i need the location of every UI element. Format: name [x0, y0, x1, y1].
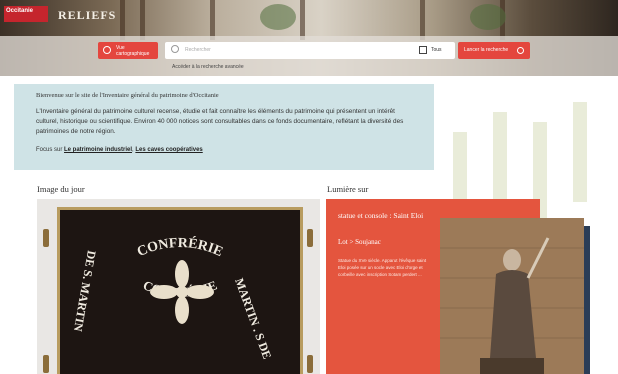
hero-decor [300, 0, 305, 40]
search-icon [517, 47, 524, 54]
focus-link-caves[interactable]: Les caves coopératives [135, 147, 202, 153]
hero-decor [260, 4, 296, 30]
decor-strip [584, 226, 590, 374]
statue-image [440, 218, 584, 374]
hero-decor [140, 0, 145, 40]
banner-inscription-right: MARTIN . S DE [232, 276, 274, 361]
search-icon [171, 45, 179, 53]
focus-link-industrial[interactable]: Le patrimoine industriel [64, 147, 132, 153]
lumiere-sur-title: Lumière sur [327, 184, 369, 194]
banner-inscription-top: CONFRÉRIE [135, 234, 225, 260]
welcome-text: L'Inventaire général du patrimoine cultu… [36, 108, 404, 135]
search-input[interactable]: Rechercher Tous [165, 42, 455, 59]
focus-separator: , [132, 147, 134, 153]
hero-decor [210, 0, 215, 40]
filter-icon[interactable] [419, 46, 427, 54]
banner-inscription-left: DE S. MARTIN [71, 249, 99, 332]
featured-title[interactable]: statue et console : Saint Eloi [338, 211, 434, 221]
focus-prefix: Focus sur [36, 147, 63, 153]
map-view-label: Vue cartographique [116, 45, 150, 57]
filter-dropdown[interactable]: Tous [431, 47, 442, 53]
image-du-jour-title: Image du jour [37, 184, 85, 194]
hero-decor [470, 4, 506, 30]
launch-search-label: Lancer la recherche [464, 47, 509, 53]
focus-line: Focus sur Le patrimoine industriel, Les … [36, 147, 412, 153]
hero-banner: Occitanie RELIEFS [0, 0, 618, 76]
featured-description: Statue du XVe siècle. Apparut l'évêque s… [338, 258, 427, 277]
cross-icon [150, 260, 214, 324]
welcome-title: Bienvenue sur le site de l'Inventaire gé… [36, 92, 219, 99]
search-placeholder: Rechercher [185, 47, 211, 53]
banner-artwork: CONFRÉRIE CONFRÉRIE MARTIN . S DE DE S. … [71, 234, 275, 361]
tassel [43, 229, 49, 247]
welcome-panel: Bienvenue sur le site de l'Inventaire gé… [14, 84, 434, 170]
image-du-jour-photo[interactable]: CONFRÉRIE CONFRÉRIE MARTIN . S DE DE S. … [37, 199, 320, 374]
banner-image: CONFRÉRIE CONFRÉRIE MARTIN . S DE DE S. … [57, 207, 303, 374]
featured-location: Lot > Soujanac [338, 238, 381, 246]
advanced-search-link[interactable]: Accéder à la recherche avancée [172, 64, 244, 70]
tassel [43, 355, 49, 373]
launch-search-button[interactable]: Lancer la recherche [458, 42, 530, 59]
hero-title: RELIEFS [58, 8, 117, 22]
tassel [307, 355, 313, 373]
map-view-button[interactable]: Vue cartographique [98, 42, 158, 59]
hero-decor [420, 0, 425, 40]
hero-decor [120, 0, 125, 40]
site-logo[interactable]: Occitanie [4, 6, 48, 22]
globe-icon [103, 46, 111, 54]
featured-photo[interactable] [440, 218, 584, 374]
tassel [307, 229, 313, 247]
